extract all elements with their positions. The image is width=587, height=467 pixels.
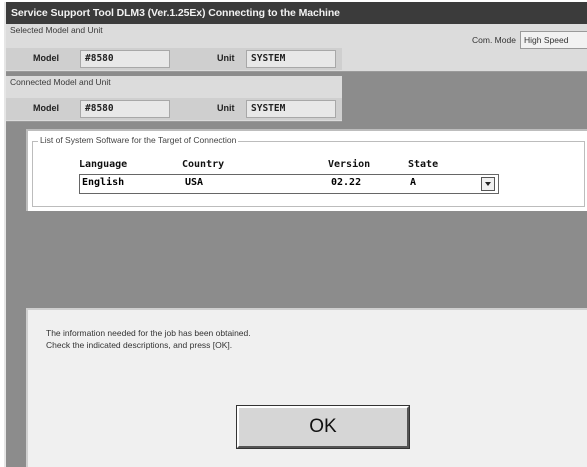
selected-unit-value: SYSTEM [246,50,336,68]
connected-model-label: Model [33,103,59,113]
connected-model-caption: Connected Model and Unit [10,77,111,87]
window-title: Service Support Tool DLM3 (Ver.1.25Ex) C… [6,2,587,24]
column-header-state: State [408,159,439,170]
connected-unit-value: SYSTEM [246,100,336,118]
selected-unit-label: Unit [217,53,235,63]
connected-model-row: Model #8580 Unit SYSTEM [6,98,342,120]
language-cell: English [82,177,125,188]
version-cell: 02.22 [331,177,362,188]
connection-window: Service Support Tool DLM3 (Ver.1.25Ex) C… [4,2,587,467]
com-mode-field: High Speed [520,31,587,49]
message-panel: The information needed for the job has b… [26,308,587,467]
com-mode-area: Com. Mode High Speed [342,24,587,72]
com-mode-label: Com. Mode [472,35,516,45]
selected-model-caption: Selected Model and Unit [10,25,103,35]
selected-model-row: Model #8580 Unit SYSTEM [6,48,342,70]
column-header-country: Country [182,159,225,170]
selected-model-label: Model [33,53,59,63]
software-select-row[interactable]: English USA 02.22 A [79,174,499,194]
connected-unit-label: Unit [217,103,235,113]
software-list-caption: List of System Software for the Target o… [38,135,239,145]
message-line-1: The information needed for the job has b… [46,328,251,338]
selected-model-group: Selected Model and Unit Model #8580 Unit… [6,24,342,72]
selected-model-value: #8580 [80,50,170,68]
connected-model-group: Connected Model and Unit Model #8580 Uni… [6,76,342,122]
chevron-down-icon [485,182,491,186]
ok-button[interactable]: OK [236,405,410,449]
column-header-language: Language [79,159,128,170]
connected-model-value: #8580 [80,100,170,118]
dropdown-button[interactable] [481,177,495,191]
message-line-2: Check the indicated descriptions, and pr… [46,340,233,350]
software-list-panel: List of System Software for the Target o… [26,129,587,211]
state-cell: A [410,177,417,188]
country-cell: USA [185,177,204,188]
column-header-version: Version [328,159,371,170]
